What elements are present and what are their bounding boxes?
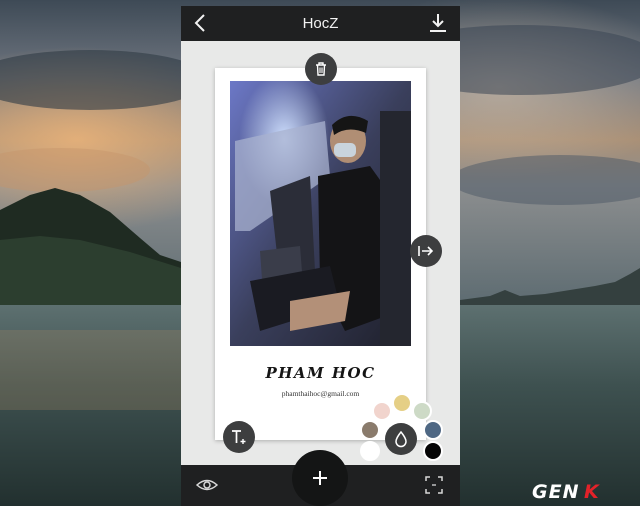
swatch-brown[interactable] [360,420,380,440]
editor-screen: HocZ PHAM HOC phamthaihoc@gmail.com [181,6,460,506]
design-canvas: PHAM HOC phamthaihoc@gmail.com [181,41,460,465]
svg-text:GEN: GEN [532,481,579,502]
trash-icon [316,62,326,76]
eye-icon [195,479,219,491]
swatch-gold[interactable] [392,393,412,413]
swatch-slate-blue[interactable] [423,420,443,440]
crop-button[interactable] [422,473,446,497]
resize-button[interactable] [410,235,442,267]
swatch-sage[interactable] [412,401,432,421]
card-photo[interactable] [230,81,411,346]
top-bar: HocZ [181,6,460,41]
text-plus-icon [232,430,246,444]
add-element-button[interactable] [292,450,348,506]
crop-frame-icon [425,476,443,494]
color-button[interactable] [385,423,417,455]
preview-button[interactable] [195,473,219,497]
add-text-button[interactable] [223,421,255,453]
app-title: HocZ [302,15,339,32]
download-button[interactable] [426,11,450,35]
droplet-icon [395,430,407,448]
card-name-text[interactable]: PHAM HOC [215,364,426,382]
svg-text:K: K [584,481,600,502]
swatch-white[interactable] [360,441,380,461]
resize-arrow-icon [418,246,434,256]
delete-button[interactable] [305,53,337,85]
genk-watermark-logo: GEN K [530,480,630,503]
plus-icon [313,471,327,485]
swatch-pink[interactable] [372,401,392,421]
polaroid-card[interactable]: PHAM HOC phamthaihoc@gmail.com [215,68,426,440]
download-icon [430,14,446,32]
swatch-black[interactable] [423,441,443,461]
